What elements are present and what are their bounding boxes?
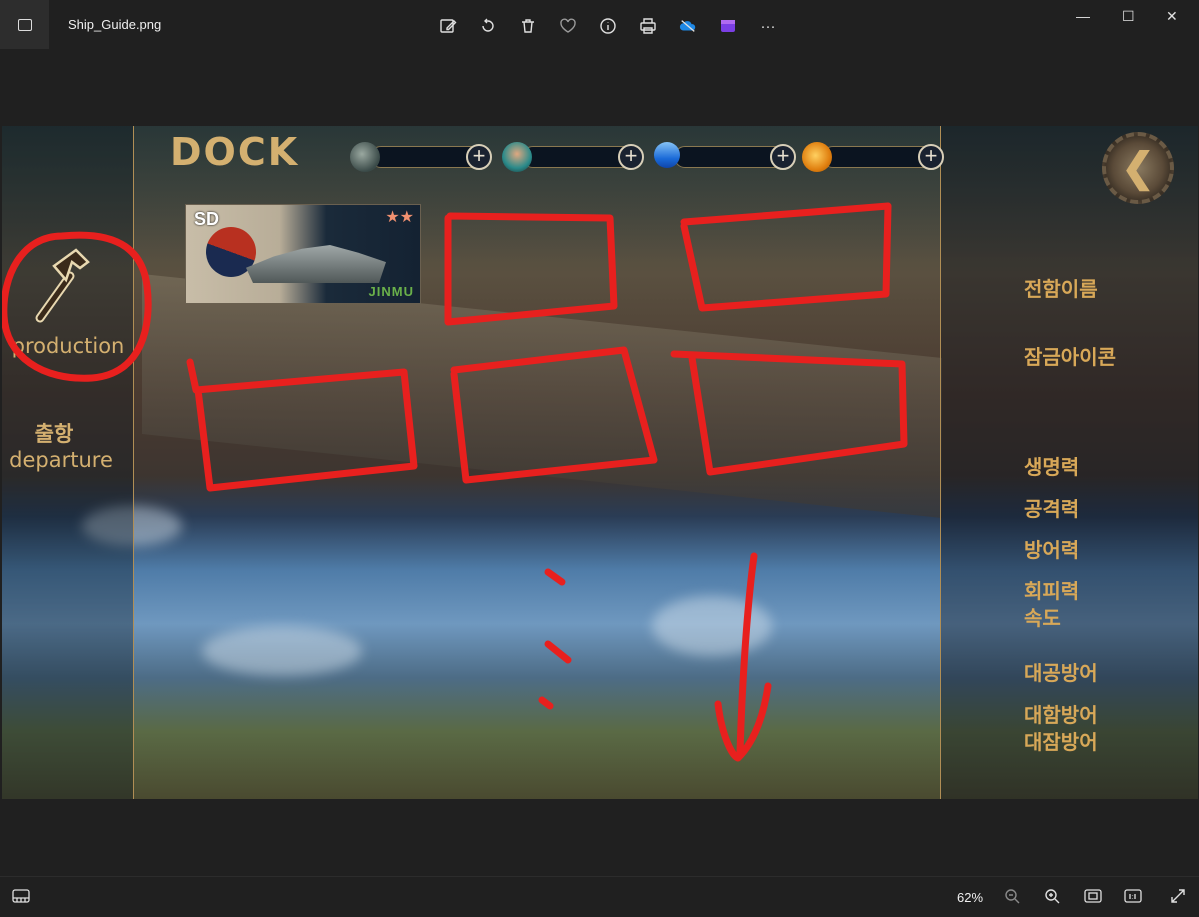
mask-icon xyxy=(502,142,532,172)
back-arrow-icon: ❮ xyxy=(1121,146,1155,190)
maximize-button[interactable]: ☐ xyxy=(1122,8,1135,25)
stat-anti-sub: 대잠방어 xyxy=(1024,730,1098,754)
back-gear-button[interactable]: ❮ xyxy=(1102,132,1174,204)
ship-grade: SD xyxy=(194,209,220,229)
stat-ship-name: 전함이름 xyxy=(1024,277,1098,301)
ore-icon xyxy=(350,142,380,172)
add-gem-button[interactable]: + xyxy=(770,144,796,170)
annotation-arrow xyxy=(714,552,772,762)
status-bar: 62% xyxy=(0,876,1199,917)
annotation-dash xyxy=(544,568,566,586)
gem-icon xyxy=(648,136,686,174)
resource-coin: + xyxy=(802,142,944,172)
departure-menu-item-en[interactable]: departure xyxy=(2,448,120,472)
stat-evasion: 회피력 xyxy=(1024,579,1080,603)
filmstrip-icon[interactable] xyxy=(12,889,30,906)
annotation-box xyxy=(444,212,618,326)
ship-name: JINMU xyxy=(368,284,414,299)
actual-size-icon[interactable] xyxy=(1124,888,1142,907)
ship-image xyxy=(246,245,386,283)
stat-attack: 공격력 xyxy=(1024,497,1080,521)
info-icon[interactable] xyxy=(588,14,628,38)
rotate-icon[interactable] xyxy=(468,14,508,38)
full-screen-icon[interactable] xyxy=(1170,888,1186,907)
fit-to-window-icon[interactable] xyxy=(1084,888,1102,907)
ship-stars: ★★ xyxy=(385,209,414,226)
background-dock-buildings xyxy=(142,273,942,519)
close-button[interactable]: ✕ xyxy=(1166,8,1178,25)
page-title: DOCK xyxy=(170,130,300,174)
file-name: Ship_Guide.png xyxy=(68,17,162,32)
coin-icon xyxy=(802,142,832,172)
stat-anti-ship: 대함방어 xyxy=(1024,703,1098,727)
stat-speed: 속도 xyxy=(1024,606,1061,630)
add-mask-button[interactable]: + xyxy=(618,144,644,170)
print-icon[interactable] xyxy=(628,14,668,38)
minimize-button[interactable]: — xyxy=(1076,8,1090,24)
clipchamp-icon[interactable] xyxy=(708,14,748,38)
annotation-dash xyxy=(544,640,572,664)
resource-mask: + xyxy=(502,142,644,172)
stat-hp: 생명력 xyxy=(1024,455,1080,479)
more-options-icon[interactable]: ··· xyxy=(748,14,788,38)
stat-anti-air: 대공방어 xyxy=(1024,661,1098,685)
stat-lock-icon: 잠금아이콘 xyxy=(1024,345,1116,369)
game-screenshot: DOCK + + + + ❮ SD ★★ JINMU production 출항… xyxy=(2,126,1198,799)
zoom-out-icon[interactable] xyxy=(1004,888,1020,907)
background-cloud xyxy=(652,596,772,656)
hammer-icon xyxy=(35,248,90,323)
zoom-in-icon[interactable] xyxy=(1044,888,1060,907)
zoom-level: 62% xyxy=(957,890,984,905)
add-coin-button[interactable]: + xyxy=(918,144,944,170)
annotation-dash xyxy=(538,696,554,710)
favorite-heart-icon[interactable] xyxy=(548,14,588,38)
photos-app-icon[interactable] xyxy=(0,0,49,49)
resource-gem: + xyxy=(648,136,796,174)
edit-image-icon[interactable] xyxy=(428,14,468,38)
onedrive-cloud-icon[interactable] xyxy=(668,14,708,38)
production-menu-item[interactable]: production xyxy=(2,334,134,358)
annotation-box xyxy=(680,202,892,312)
resource-ore: + xyxy=(350,142,492,172)
delete-icon[interactable] xyxy=(508,14,548,38)
background-cloud xyxy=(202,626,362,676)
add-ore-button[interactable]: + xyxy=(466,144,492,170)
toolbar: ··· xyxy=(428,14,788,38)
departure-menu-item-kr[interactable]: 출항 xyxy=(2,418,106,448)
ship-card[interactable]: SD ★★ JINMU xyxy=(185,204,421,304)
stat-defense: 방어력 xyxy=(1024,538,1080,562)
title-bar: Ship_Guide.png ··· — ☐ ✕ xyxy=(0,0,1199,52)
